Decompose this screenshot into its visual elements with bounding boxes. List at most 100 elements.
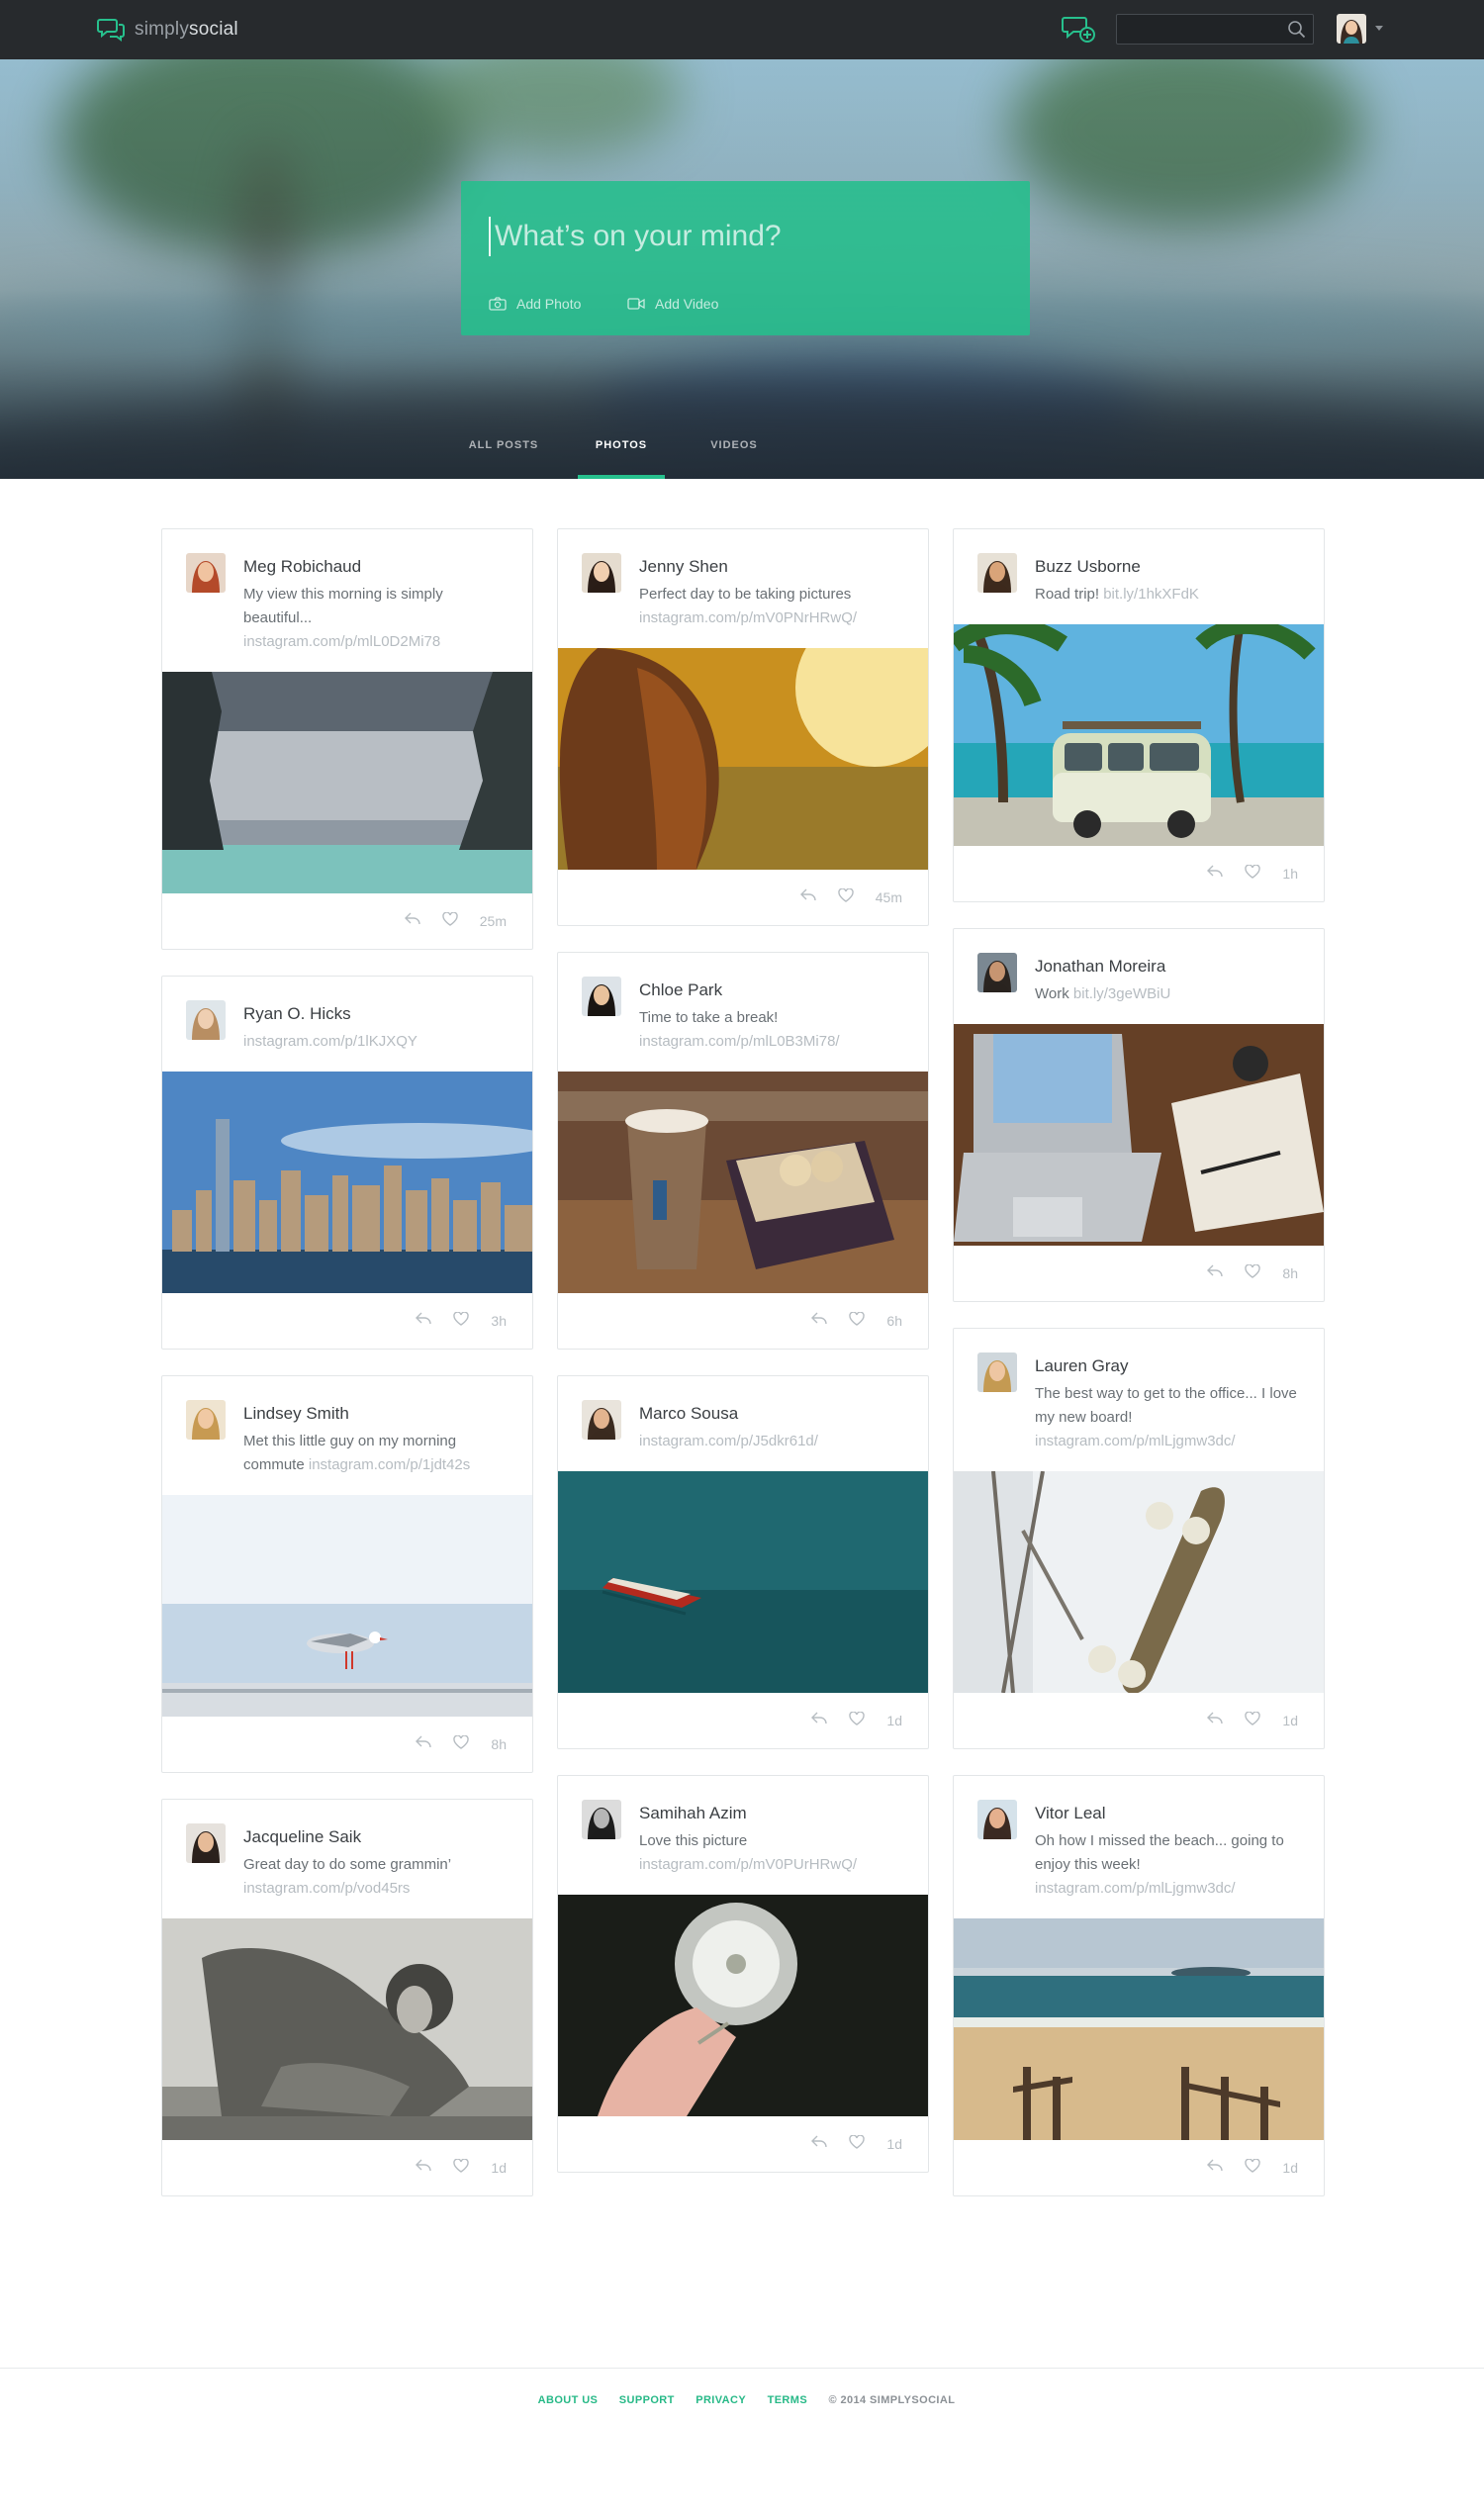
post-link[interactable]: instagram.com/p/mV0PNrHRwQ/: [639, 609, 857, 626]
post-photo[interactable]: [558, 1072, 928, 1293]
post-link[interactable]: bit.ly/3geWBiU: [1073, 985, 1170, 1002]
post-header: Ryan O. Hicks instagram.com/p/1lKJXQY: [162, 977, 532, 1072]
reply-icon[interactable]: [404, 912, 420, 931]
reply-icon[interactable]: [1207, 1712, 1224, 1730]
post-photo[interactable]: [558, 648, 928, 870]
heart-icon[interactable]: [838, 886, 854, 907]
post-photo[interactable]: [954, 1471, 1324, 1693]
author-avatar[interactable]: [582, 553, 621, 593]
post-link[interactable]: instagram.com/p/J5dkr61d/: [639, 1433, 818, 1449]
post-header: Buzz Usborne Road trip! bit.ly/1hkXFdK: [954, 529, 1324, 624]
heart-icon[interactable]: [1245, 1262, 1261, 1283]
heart-icon[interactable]: [453, 1733, 470, 1754]
footer-link-terms[interactable]: TERMS: [768, 2394, 808, 2406]
heart-icon[interactable]: [1245, 863, 1261, 884]
author-name[interactable]: Marco Sousa: [639, 1403, 908, 1425]
reply-icon[interactable]: [799, 888, 816, 907]
post-photo[interactable]: [162, 1072, 532, 1293]
reply-icon[interactable]: [1207, 1264, 1224, 1283]
post-time: 1d: [1282, 1713, 1298, 1728]
post-link[interactable]: bit.ly/1hkXFdK: [1103, 586, 1199, 603]
author-avatar[interactable]: [186, 1823, 226, 1863]
footer-link-privacy[interactable]: PRIVACY: [696, 2394, 746, 2406]
new-message-button[interactable]: [1061, 14, 1096, 46]
post-photo[interactable]: [558, 1895, 928, 2116]
footer-link-support[interactable]: SUPPORT: [619, 2394, 675, 2406]
post-link[interactable]: instagram.com/p/mV0PUrHRwQ/: [639, 1856, 857, 1873]
author-avatar[interactable]: [186, 1400, 226, 1440]
author-name[interactable]: Vitor Leal: [1035, 1803, 1304, 1824]
user-avatar[interactable]: [1337, 14, 1366, 44]
author-name[interactable]: Buzz Usborne: [1035, 556, 1304, 578]
reply-icon[interactable]: [1207, 865, 1224, 884]
author-avatar[interactable]: [186, 553, 226, 593]
author-avatar[interactable]: [977, 1352, 1017, 1392]
footer-divider: [0, 2368, 1484, 2369]
post-time: 25m: [479, 913, 507, 929]
tab-all-posts[interactable]: ALL POSTS: [463, 420, 544, 479]
post-photo[interactable]: [954, 624, 1324, 846]
post-link[interactable]: instagram.com/p/mlLjgmw3dc/: [1035, 1433, 1236, 1449]
heart-icon[interactable]: [849, 1710, 866, 1730]
add-photo-button[interactable]: Add Photo: [489, 294, 581, 314]
author-name[interactable]: Lindsey Smith: [243, 1403, 512, 1425]
footer-link-about-us[interactable]: ABOUT US: [538, 2394, 599, 2406]
post-link[interactable]: instagram.com/p/vod45rs: [243, 1880, 410, 1897]
reply-icon[interactable]: [1207, 2159, 1224, 2178]
search-button[interactable]: [1287, 20, 1307, 40]
user-menu-caret-icon[interactable]: [1375, 26, 1383, 31]
post-text: Love this picture: [639, 1832, 748, 1849]
heart-icon[interactable]: [442, 910, 458, 931]
app-logo[interactable]: simplysocial: [97, 17, 238, 43]
post-photo[interactable]: [162, 672, 532, 893]
reply-icon[interactable]: [416, 2159, 432, 2178]
post-link[interactable]: instagram.com/p/1lKJXQY: [243, 1033, 417, 1050]
author-avatar[interactable]: [582, 977, 621, 1016]
post-link[interactable]: instagram.com/p/mlL0D2Mi78: [243, 633, 440, 650]
author-avatar[interactable]: [977, 1800, 1017, 1839]
author-name[interactable]: Jacqueline Saik: [243, 1826, 512, 1848]
post-link[interactable]: instagram.com/p/1jdt42s: [309, 1456, 470, 1473]
author-name[interactable]: Ryan O. Hicks: [243, 1003, 512, 1025]
post-photo[interactable]: [162, 1918, 532, 2140]
author-avatar[interactable]: [186, 1000, 226, 1040]
author-name[interactable]: Lauren Gray: [1035, 1355, 1304, 1377]
reply-icon[interactable]: [811, 2135, 828, 2154]
reply-icon[interactable]: [811, 1312, 828, 1331]
app-name-bold: social: [189, 19, 238, 40]
status-input[interactable]: [489, 217, 1003, 256]
author-avatar[interactable]: [582, 1800, 621, 1839]
reply-icon[interactable]: [811, 1712, 828, 1730]
add-video-button[interactable]: Add Video: [627, 294, 718, 314]
post-footer: 1d: [558, 1693, 928, 1748]
post-text: The best way to get to the office... I l…: [1035, 1385, 1297, 1426]
post-link[interactable]: instagram.com/p/mlL0B3Mi78/: [639, 1033, 840, 1050]
tab-photos[interactable]: PHOTOS: [578, 420, 665, 479]
heart-icon[interactable]: [849, 2133, 866, 2154]
author-avatar[interactable]: [582, 1400, 621, 1440]
search-input[interactable]: [1117, 15, 1285, 44]
reply-icon[interactable]: [416, 1735, 432, 1754]
tab-videos[interactable]: VIDEOS: [698, 420, 770, 479]
author-name[interactable]: Meg Robichaud: [243, 556, 512, 578]
add-video-label: Add Video: [655, 296, 719, 312]
post-photo[interactable]: [162, 1495, 532, 1717]
author-name[interactable]: Samihah Azim: [639, 1803, 908, 1824]
user-avatar-image: [1337, 14, 1366, 44]
post-photo[interactable]: [954, 1918, 1324, 2140]
author-avatar[interactable]: [977, 553, 1017, 593]
author-name[interactable]: Jenny Shen: [639, 556, 908, 578]
post-photo[interactable]: [954, 1024, 1324, 1246]
heart-icon[interactable]: [453, 1310, 470, 1331]
heart-icon[interactable]: [1245, 2157, 1261, 2178]
post-photo[interactable]: [558, 1471, 928, 1693]
author-name[interactable]: Chloe Park: [639, 979, 908, 1001]
heart-icon[interactable]: [453, 2157, 470, 2178]
heart-icon[interactable]: [849, 1310, 866, 1331]
heart-icon[interactable]: [1245, 1710, 1261, 1730]
post-footer: 8h: [954, 1246, 1324, 1301]
reply-icon[interactable]: [416, 1312, 432, 1331]
author-name[interactable]: Jonathan Moreira: [1035, 956, 1304, 978]
post-link[interactable]: instagram.com/p/mlLjgmw3dc/: [1035, 1880, 1236, 1897]
author-avatar[interactable]: [977, 953, 1017, 992]
